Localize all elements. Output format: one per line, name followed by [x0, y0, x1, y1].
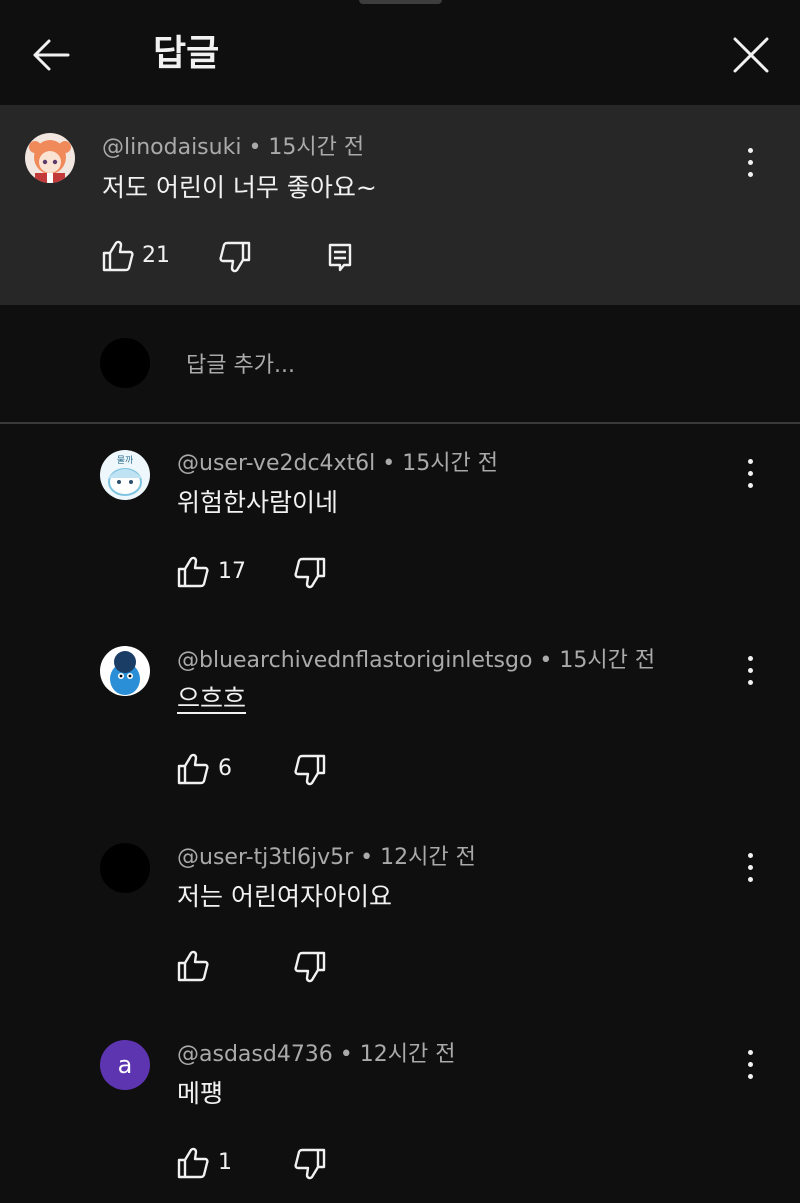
- thumbs-down-icon[interactable]: [293, 556, 327, 590]
- avatar[interactable]: [25, 133, 75, 183]
- comment-text: 저도 어린이 너무 좋아요~: [102, 173, 377, 202]
- comment-meta: @user-tj3tl6jv5r • 12시간 전: [177, 843, 476, 873]
- more-options-icon[interactable]: [741, 653, 761, 689]
- reply-input[interactable]: [184, 347, 748, 383]
- blue-character-avatar-icon: [100, 646, 150, 696]
- comment-time: 12시간 전: [359, 1042, 456, 1067]
- meta-separator: •: [375, 451, 403, 476]
- replies-panel: 답글 @linodaisuki • 15시간 전 저도 어린이 너무 좋아요~: [0, 0, 800, 1203]
- meta-separator: •: [532, 648, 560, 673]
- anime-avatar-icon: [25, 133, 75, 183]
- thumbs-down-icon[interactable]: [218, 240, 252, 274]
- thumbs-up-icon[interactable]: [176, 752, 210, 786]
- back-arrow-icon[interactable]: [30, 34, 72, 76]
- svg-text:물까: 물까: [117, 455, 134, 466]
- comment-author[interactable]: @linodaisuki: [102, 135, 241, 160]
- comment-text: 위험한사람이네: [177, 488, 339, 517]
- comment-author[interactable]: @asdasd4736: [177, 1042, 333, 1067]
- comment-time: 12시간 전: [380, 845, 476, 870]
- comment-meta: @bluearchivednflastoriginletsgo • 15시간 전: [177, 646, 655, 676]
- comment-time: 15시간 전: [559, 648, 656, 673]
- comment-author[interactable]: @user-ve2dc4xt6l: [177, 451, 375, 476]
- like-count: 6: [218, 756, 232, 781]
- comment-meta: @asdasd4736 • 12시간 전: [177, 1040, 456, 1070]
- header: 답글: [0, 0, 800, 105]
- more-options-icon[interactable]: [741, 850, 761, 886]
- thumbs-down-icon[interactable]: [293, 950, 327, 984]
- avatar[interactable]: [100, 843, 150, 893]
- more-options-icon[interactable]: [741, 1047, 761, 1083]
- meta-separator: •: [353, 845, 381, 870]
- avatar[interactable]: [100, 646, 150, 696]
- comment-meta: @user-ve2dc4xt6l • 15시간 전: [177, 449, 498, 479]
- thumbs-up-icon[interactable]: [176, 1146, 210, 1180]
- like-count: 17: [218, 559, 246, 584]
- comment-time: 15시간 전: [402, 451, 498, 476]
- thumbs-up-icon[interactable]: [176, 949, 210, 983]
- avatar[interactable]: 물까: [100, 450, 150, 500]
- comment-time: 15시간 전: [268, 135, 365, 160]
- meta-separator: •: [332, 1042, 360, 1067]
- reply-icon[interactable]: [323, 240, 357, 274]
- thumbs-down-icon[interactable]: [293, 753, 327, 787]
- parent-comment: @linodaisuki • 15시간 전 저도 어린이 너무 좋아요~ 21: [0, 105, 800, 305]
- chibi-avatar-icon: 물까: [100, 450, 150, 500]
- comment-text: 저는 어린여자아이요: [177, 882, 392, 911]
- like-count: 21: [142, 243, 170, 268]
- avatar-letter: a: [117, 1051, 133, 1079]
- like-count: 1: [218, 1150, 232, 1175]
- close-icon[interactable]: [730, 34, 772, 76]
- page-title: 답글: [153, 33, 220, 74]
- thumbs-up-icon[interactable]: [176, 555, 210, 589]
- comment-author[interactable]: @bluearchivednflastoriginletsgo: [177, 648, 532, 673]
- comment-meta: @linodaisuki • 15시간 전: [102, 133, 364, 163]
- reply-input-row: [0, 305, 800, 424]
- meta-separator: •: [241, 135, 269, 160]
- comment-text: 메퍵: [177, 1079, 224, 1108]
- thumbs-down-icon[interactable]: [293, 1147, 327, 1181]
- avatar[interactable]: a: [100, 1040, 150, 1090]
- comment-text: 으흐흐: [177, 684, 247, 713]
- avatar: [100, 338, 150, 388]
- comment-author[interactable]: @user-tj3tl6jv5r: [177, 845, 353, 870]
- thumbs-up-icon[interactable]: [101, 239, 135, 273]
- more-options-icon[interactable]: [741, 456, 761, 492]
- more-options-icon[interactable]: [741, 145, 761, 181]
